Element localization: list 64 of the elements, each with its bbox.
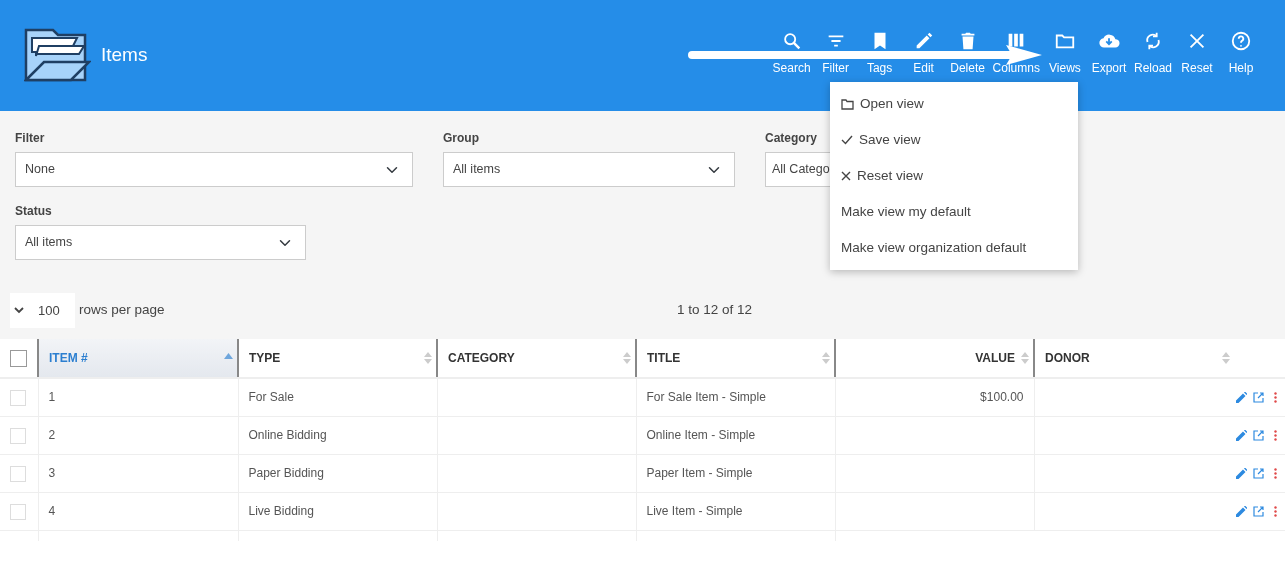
- table-cell: For Sale Item - Simple: [646, 390, 766, 405]
- filter-label: Group: [443, 130, 479, 147]
- row-checkbox[interactable]: [10, 390, 26, 407]
- row-checkbox[interactable]: [10, 503, 26, 520]
- rows-per-page-label: rows per page: [79, 301, 165, 320]
- column-header[interactable]: TITLE: [647, 351, 681, 365]
- page-range: 1 to 12 of 12: [677, 301, 753, 320]
- sort-icon: [424, 352, 432, 364]
- table-cell: Online Bidding: [248, 428, 327, 442]
- help-icon: [1230, 30, 1252, 52]
- column-header[interactable]: CATEGORY: [448, 351, 515, 365]
- row-checkbox[interactable]: [10, 465, 26, 482]
- table-cell: 4: [48, 504, 56, 518]
- menu-item[interactable]: Reset view: [830, 158, 1078, 194]
- rows-per-page-select[interactable]: 100: [10, 293, 75, 328]
- sort-icon: [1021, 352, 1029, 364]
- open-external-icon[interactable]: [1253, 467, 1264, 479]
- more-options-icon[interactable]: [1274, 505, 1277, 517]
- open-external-icon[interactable]: [1253, 505, 1264, 517]
- check-icon: [841, 135, 853, 145]
- menu-item[interactable]: Make view my default: [830, 194, 1078, 230]
- page-title: Items: [101, 43, 148, 68]
- pencil-icon[interactable]: [1236, 467, 1247, 479]
- filter-label: Filter: [15, 130, 45, 147]
- close-icon: [841, 171, 851, 181]
- more-options-icon[interactable]: [1274, 429, 1277, 441]
- chevron-icon: [14, 307, 24, 314]
- menu-item[interactable]: Make view organization default: [830, 230, 1078, 266]
- folder-icon: [841, 98, 854, 110]
- table-cell: Live Bidding: [248, 504, 314, 518]
- table-cell: 2: [48, 428, 56, 442]
- sort-icon: [822, 352, 830, 364]
- table-cell: For Sale: [248, 390, 294, 405]
- column-header[interactable]: TYPE: [249, 351, 281, 365]
- filter-label: Status: [15, 203, 52, 220]
- column-header[interactable]: VALUE: [975, 351, 1015, 365]
- more-options-icon[interactable]: [1274, 467, 1277, 479]
- table-cell: Paper Bidding: [248, 466, 324, 480]
- pencil-icon[interactable]: [1236, 391, 1247, 403]
- row-checkbox[interactable]: [10, 427, 26, 444]
- open-external-icon[interactable]: [1253, 391, 1264, 403]
- pencil-icon[interactable]: [1236, 505, 1247, 517]
- sort-icon: [623, 352, 631, 364]
- column-header[interactable]: ITEM #: [49, 351, 88, 365]
- select-all-checkbox[interactable]: [10, 350, 27, 368]
- table-cell: 3: [48, 466, 56, 480]
- filter-select[interactable]: All items: [443, 152, 735, 187]
- folder-logo-icon: [24, 28, 91, 83]
- sort-ascending-icon: [224, 353, 233, 359]
- pencil-icon[interactable]: [1236, 429, 1247, 441]
- table-cell: Online Item - Simple: [646, 428, 756, 442]
- column-header[interactable]: DONOR: [1045, 351, 1090, 365]
- more-options-icon[interactable]: [1274, 391, 1277, 403]
- filter-select[interactable]: All items: [15, 225, 306, 260]
- table-cell: 1: [48, 390, 56, 405]
- menu-item[interactable]: Open view: [830, 86, 1078, 122]
- table-cell: Live Item - Simple: [646, 504, 743, 518]
- sort-icon: [1222, 352, 1230, 364]
- table-cell: Paper Item - Simple: [646, 466, 753, 480]
- menu-item[interactable]: Save view: [830, 122, 1078, 158]
- open-external-icon[interactable]: [1253, 429, 1264, 441]
- table-cell: $100.00: [980, 390, 1024, 405]
- filter-label: Category: [765, 130, 817, 147]
- filter-select[interactable]: None: [15, 152, 413, 187]
